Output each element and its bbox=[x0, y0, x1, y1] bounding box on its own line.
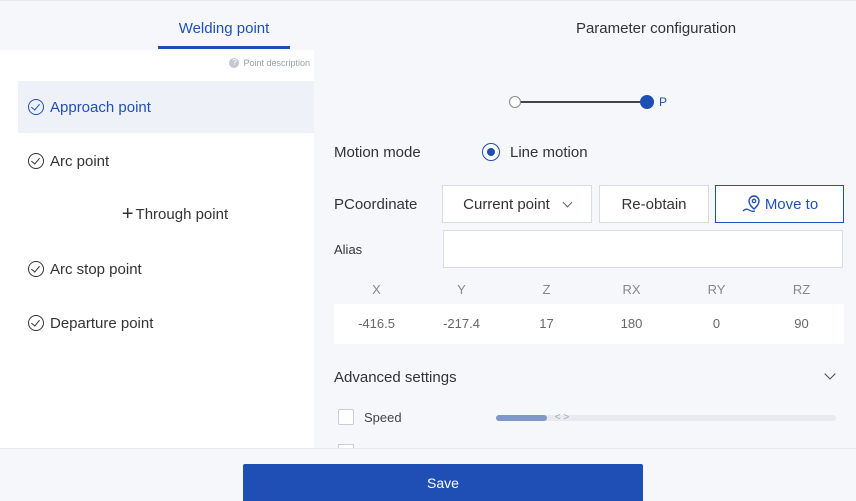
speed-checkbox[interactable] bbox=[338, 409, 354, 425]
coordinate-value: -217.4 bbox=[443, 316, 480, 331]
coordinate-header: Z bbox=[542, 282, 551, 297]
point-slider-end-handle[interactable] bbox=[640, 95, 654, 109]
speed-label: Speed bbox=[364, 410, 402, 425]
re-obtain-button[interactable]: Re-obtain bbox=[599, 185, 709, 223]
coordinate-header: RY bbox=[707, 282, 726, 297]
footer-bar: Save bbox=[0, 448, 856, 501]
sidebar-item-arc-point[interactable]: Arc point bbox=[18, 135, 314, 187]
alias-label: Alias bbox=[334, 242, 363, 257]
point-slider-label: P bbox=[659, 95, 668, 109]
check-circle-icon bbox=[28, 315, 44, 331]
speed-slider-fill bbox=[496, 415, 547, 421]
point-sidebar: ? Point description Approach point Arc p… bbox=[18, 50, 314, 448]
advanced-settings-toggle[interactable]: Advanced settings bbox=[334, 362, 844, 392]
location-pin-icon bbox=[742, 195, 760, 212]
sidebar-item-label: Departure point bbox=[50, 314, 154, 332]
active-tab-indicator bbox=[158, 46, 290, 49]
sidebar-item-through-point[interactable]: + Through point bbox=[18, 188, 314, 240]
move-to-button[interactable]: Move to bbox=[715, 185, 844, 223]
check-circle-icon bbox=[28, 99, 44, 115]
coordinate-value: 180 bbox=[620, 316, 643, 331]
coordinate-header: Y bbox=[457, 282, 466, 297]
advanced-settings-label: Advanced settings bbox=[334, 368, 457, 386]
coordinate-header: RX bbox=[622, 282, 641, 297]
coordinate-value: -416.5 bbox=[358, 316, 395, 331]
tab-bar: Welding point Parameter configuration bbox=[0, 0, 856, 50]
save-button[interactable]: Save bbox=[243, 464, 643, 501]
chevron-down-icon bbox=[824, 368, 836, 380]
sidebar-item-label: Arc stop point bbox=[50, 260, 142, 278]
point-settings-panel: P Motion mode Line motion PCoordinate Cu… bbox=[314, 50, 856, 448]
line-motion-label[interactable]: Line motion bbox=[510, 144, 588, 161]
re-obtain-label: Re-obtain bbox=[621, 195, 687, 213]
sidebar-item-approach-point[interactable]: Approach point bbox=[18, 81, 314, 133]
sidebar-item-label: Approach point bbox=[50, 98, 151, 116]
coordinate-select[interactable]: Current point bbox=[442, 185, 592, 223]
line-motion-radio[interactable] bbox=[482, 143, 500, 161]
sidebar-item-departure-point[interactable]: Departure point bbox=[18, 297, 314, 349]
plus-icon: + bbox=[121, 203, 134, 225]
sidebar-item-label: Through point bbox=[135, 205, 229, 223]
coordinate-header-row: X Y Z RX RY RZ bbox=[334, 276, 844, 304]
sidebar-item-arc-stop-point[interactable]: Arc stop point bbox=[18, 243, 314, 295]
chevron-down-icon bbox=[562, 197, 573, 207]
coordinate-select-value: Current point bbox=[463, 195, 550, 213]
point-description-help[interactable]: ? Point description bbox=[229, 56, 310, 70]
move-to-label: Move to bbox=[764, 195, 819, 213]
coordinate-header: X bbox=[372, 282, 381, 297]
help-icon: ? bbox=[229, 58, 240, 68]
check-circle-icon bbox=[28, 261, 44, 277]
point-slider-track bbox=[514, 101, 644, 103]
check-circle-icon bbox=[28, 153, 44, 169]
coordinate-value-row: -416.5 -217.4 17 180 0 90 bbox=[334, 304, 844, 344]
alias-input[interactable] bbox=[443, 230, 843, 268]
tab-welding-point[interactable]: Welding point bbox=[158, 1, 290, 51]
coordinate-value: 0 bbox=[712, 316, 721, 331]
speed-slider-thumb[interactable]: < > bbox=[544, 410, 580, 426]
point-slider-start-handle[interactable] bbox=[509, 96, 521, 108]
pcoordinate-label: PCoordinate bbox=[334, 196, 418, 213]
tab-parameter-configuration[interactable]: Parameter configuration bbox=[540, 1, 772, 51]
coordinate-header: RZ bbox=[792, 282, 811, 297]
point-description-label: Point description bbox=[243, 58, 310, 68]
coordinate-value: 90 bbox=[794, 316, 809, 331]
motion-mode-label: Motion mode bbox=[334, 144, 421, 161]
coordinate-value: 17 bbox=[539, 316, 554, 331]
sidebar-item-label: Arc point bbox=[50, 152, 110, 170]
